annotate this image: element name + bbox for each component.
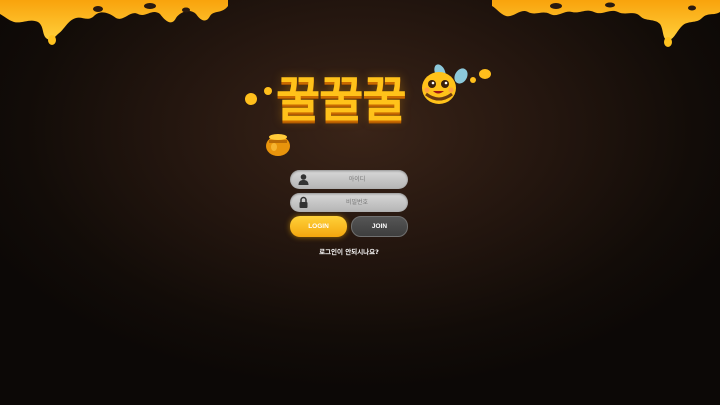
bee-mascot (422, 64, 491, 104)
honey-drip-left (0, 0, 228, 45)
user-icon (298, 174, 309, 185)
password-input[interactable] (312, 193, 402, 212)
button-row: LOGIN JOIN (290, 216, 408, 237)
honey-drip-right (492, 0, 720, 47)
join-button[interactable]: JOIN (351, 216, 408, 237)
login-button[interactable]: LOGIN (290, 216, 347, 237)
logo: 꿀꿀꿀 (240, 58, 500, 162)
id-field-wrapper (290, 170, 408, 189)
login-form: LOGIN JOIN (290, 170, 408, 237)
id-input[interactable] (312, 170, 402, 189)
lock-icon (299, 196, 308, 208)
honey-pot-icon (266, 134, 290, 156)
login-help-link[interactable]: 로그인이 안되시나요? (290, 246, 408, 256)
honey-droplet-decoration (245, 87, 272, 105)
logo-text: 꿀꿀꿀 (276, 72, 406, 128)
password-field-wrapper (290, 193, 408, 212)
